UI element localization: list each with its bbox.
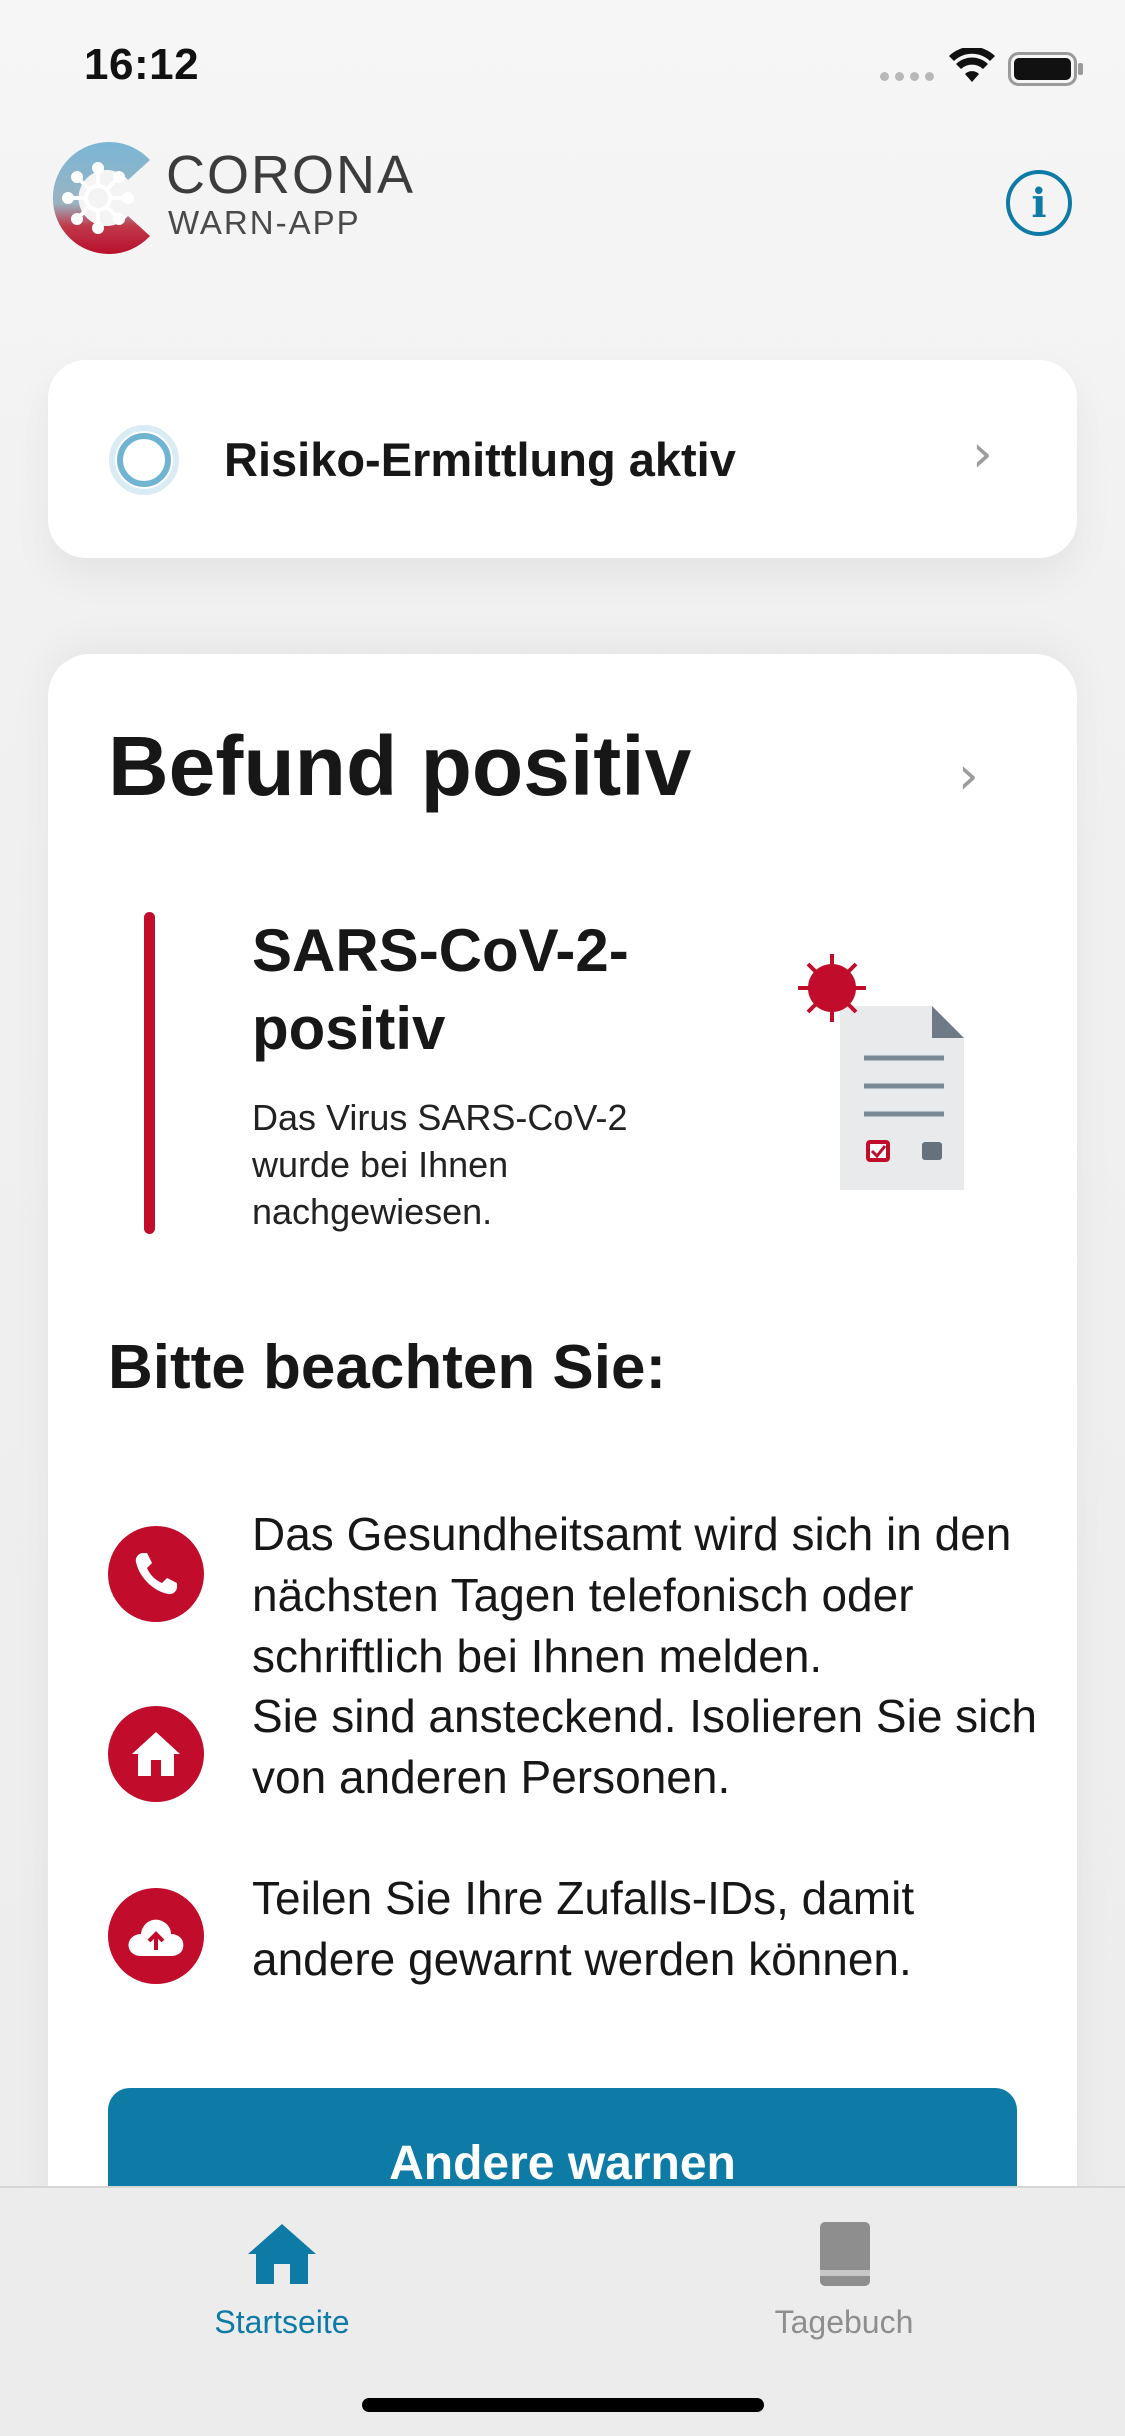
tab-label: Tagebuch — [774, 2304, 914, 2340]
chevron-right-icon: › — [958, 746, 979, 806]
status-time: 16:12 — [84, 40, 200, 89]
logo-subtitle: WARN-APP — [168, 204, 361, 241]
book-icon — [820, 2222, 870, 2286]
tab-home[interactable]: Startseite — [132, 2208, 432, 2358]
home-indicator — [362, 2398, 764, 2412]
home-icon — [108, 1706, 204, 1802]
result-title: Befund positiv — [108, 719, 692, 813]
risk-ring-icon — [109, 425, 179, 495]
test-result-title: SARS-CoV-2-positiv — [252, 917, 629, 1062]
status-bar: 16:12 — [0, 0, 1125, 135]
home-icon — [248, 2224, 316, 2284]
cloud-upload-icon — [108, 1888, 204, 1984]
chevron-right-icon: › — [972, 424, 993, 484]
corona-warn-app-logo — [52, 142, 150, 254]
test-result-card[interactable]: Befund positiv › SARS-CoV-2-positiv Das … — [48, 654, 1077, 2436]
positive-document-icon — [798, 954, 964, 1190]
wifi-icon — [949, 48, 995, 82]
logo-title: CORONA — [166, 145, 416, 205]
notice-text: Teilen Sie Ihre Zufalls-IDs, damit ander… — [252, 1872, 915, 1985]
notice-text: Sie sind ansteckend. Isolieren Sie sich … — [252, 1690, 1037, 1803]
tab-label: Startseite — [214, 2304, 350, 2340]
positive-status-indicator — [144, 912, 155, 1234]
risk-detection-card[interactable]: Risiko-Ermittlung aktiv › — [48, 360, 1077, 558]
test-result-description: Das Virus SARS-CoV-2 wurde bei Ihnen nac… — [252, 1097, 628, 1232]
info-icon[interactable]: i — [1006, 170, 1072, 236]
notice-text: Das Gesundheitsamt wird sich in den näch… — [252, 1508, 1012, 1682]
signal-dots-icon — [880, 72, 934, 81]
tab-diary[interactable]: Tagebuch — [694, 2208, 994, 2358]
battery-icon — [1008, 52, 1083, 86]
phone-icon — [108, 1526, 204, 1622]
tab-bar: Startseite Tagebuch — [0, 2186, 1125, 2436]
risk-detection-label: Risiko-Ermittlung aktiv — [224, 433, 736, 486]
notice-heading: Bitte beachten Sie: — [108, 1333, 667, 1402]
app-header: CORONA WARN-APP i — [0, 130, 1125, 270]
